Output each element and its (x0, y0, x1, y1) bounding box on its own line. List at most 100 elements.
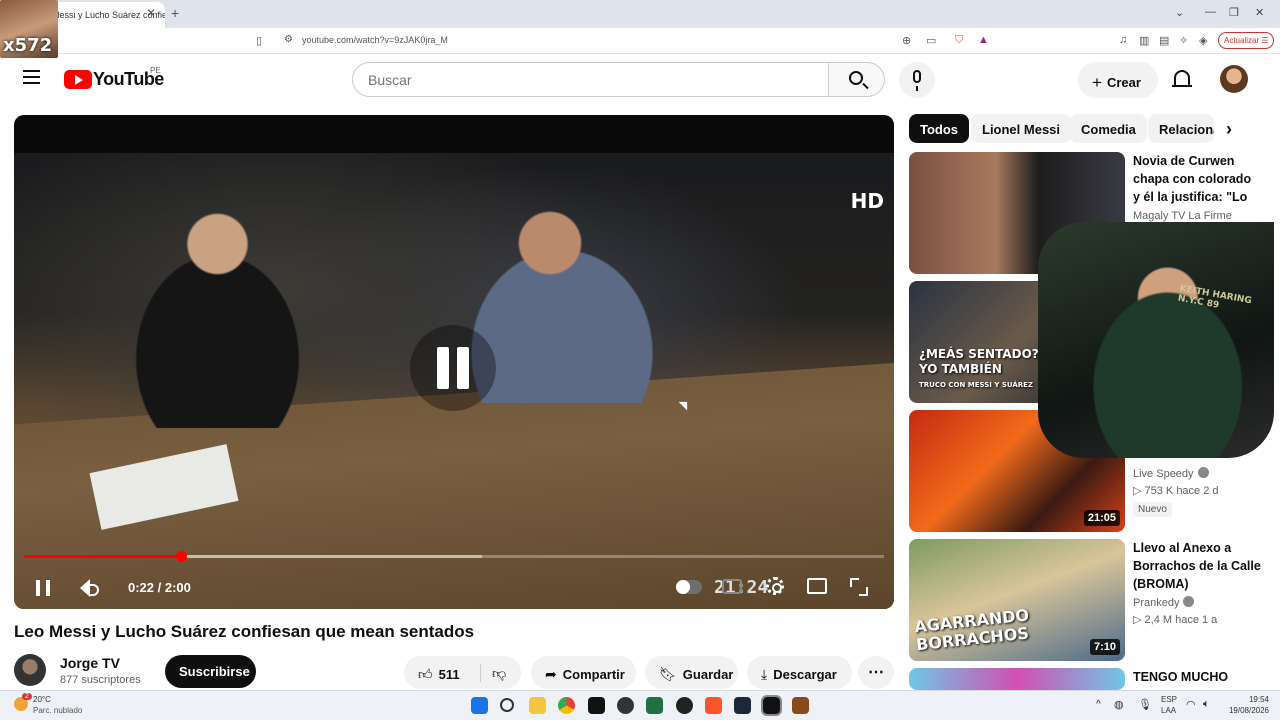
terminal-icon[interactable] (588, 697, 605, 714)
video-duration: 21:05 (1083, 510, 1120, 526)
chip-lionel-messi[interactable]: Lionel Messi (971, 114, 1072, 143)
close-window-icon[interactable]: ✕ (1255, 6, 1264, 19)
zoom-icon[interactable]: ⊕ (902, 34, 911, 47)
more-actions-button[interactable]: ⋯ (858, 656, 894, 689)
recommendation-item[interactable]: TENGO MUCHO DRIP (909, 668, 1271, 690)
recommendation-channel[interactable]: Live Speedy (1133, 466, 1209, 480)
chevron-down-icon[interactable]: ⌄ (1175, 6, 1184, 19)
like-count[interactable]: 511 (439, 667, 460, 682)
account-avatar[interactable] (1220, 65, 1248, 93)
bookmark-icon[interactable]: ▯ (256, 34, 262, 47)
steam-icon[interactable] (734, 697, 751, 714)
update-button[interactable]: Actualizar ☰ (1218, 32, 1274, 49)
wifi-icon[interactable]: ◠ (1186, 698, 1196, 711)
obs-icon[interactable] (617, 697, 634, 714)
brave-shield-icon[interactable]: ⛉ (955, 34, 963, 47)
player-controls: 0:22 / 2:00 (14, 567, 894, 609)
subtitles-icon[interactable] (722, 579, 742, 594)
chrome-icon[interactable] (558, 697, 575, 714)
leo-ai-icon[interactable]: ✧ (1179, 34, 1188, 47)
clock-time[interactable]: 19:54 (1229, 695, 1269, 704)
recommendation-title[interactable]: Novia de Curwen chapa con colorado y él … (1133, 152, 1261, 206)
brave-icon[interactable] (705, 697, 722, 714)
capcut-icon[interactable] (761, 695, 782, 716)
chip-comedia[interactable]: Comedia (1070, 114, 1147, 143)
country-code: PE (150, 66, 161, 75)
create-button[interactable]: + Crear (1078, 62, 1158, 98)
recommendation-title[interactable]: TENGO MUCHO DRIP (1133, 668, 1261, 690)
chevron-right-icon[interactable]: › (1226, 119, 1232, 140)
close-tab-icon[interactable]: ✕ (146, 6, 156, 20)
tray-chevron-up-icon[interactable]: ^ (1096, 699, 1101, 710)
channel-name[interactable]: Jorge TV (60, 655, 120, 671)
restore-icon[interactable]: ❐ (1229, 6, 1239, 19)
verified-icon (1183, 596, 1195, 607)
progress-fill (24, 555, 182, 558)
center-pause-icon[interactable] (410, 325, 496, 411)
save-button[interactable]: 🔖︎ Guardar (645, 656, 738, 689)
share-button[interactable]: ➦ Compartir (531, 656, 636, 689)
microphone-icon (913, 70, 921, 91)
notifications-bell-icon[interactable] (1172, 70, 1192, 87)
volume-icon[interactable] (80, 579, 99, 597)
recommendation-thumbnail[interactable]: AGARRANDO BORRACHOS 7:10 (909, 539, 1125, 661)
search-box[interactable] (352, 62, 829, 97)
new-tab-button[interactable]: + (171, 5, 179, 21)
search-input[interactable] (368, 72, 808, 88)
taskbar-search-icon[interactable] (500, 698, 514, 712)
cast-icon[interactable]: ▭ (926, 34, 936, 47)
channel-label: Live Speedy (1133, 468, 1194, 480)
volume-tray-icon[interactable]: 🔈︎ (1203, 698, 1210, 711)
voice-search-button[interactable] (899, 62, 935, 98)
app-icon[interactable] (792, 697, 809, 714)
like-dislike-group: 👍︎ 511 👎︎ (404, 656, 521, 689)
autoplay-toggle-icon[interactable] (676, 580, 702, 594)
microphone-tray-icon[interactable]: 🎙︎ (1138, 698, 1152, 711)
channel-avatar[interactable] (14, 654, 46, 686)
vpn-icon[interactable]: ◈ (1199, 34, 1207, 47)
tray-app-icon[interactable]: ◍ (1114, 698, 1124, 711)
github-icon[interactable] (676, 697, 693, 714)
update-label: Actualizar (1224, 36, 1260, 45)
clock-date[interactable]: 19/08/2026 (1219, 706, 1269, 715)
keyboard-layout[interactable]: LAA (1161, 706, 1176, 715)
wallet-icon[interactable]: ▤ (1159, 34, 1169, 47)
thumbs-down-icon[interactable]: 👎︎ (492, 665, 506, 682)
recommendation-title[interactable]: Llevo al Anexo a Borrachos de la Calle (… (1133, 539, 1261, 593)
file-explorer-icon[interactable] (529, 697, 546, 714)
video-player[interactable]: HD 21:24 0:22 / 2:00 (14, 115, 894, 609)
chip-relacionados[interactable]: Relacionados (1148, 114, 1214, 143)
music-icon[interactable]: ♫ (1119, 34, 1127, 46)
subscribe-button[interactable]: Suscribirse (165, 655, 256, 688)
recommendation-channel[interactable]: Prankedy (1133, 595, 1195, 609)
menu-icon[interactable] (23, 70, 40, 84)
theater-mode-icon[interactable] (807, 578, 827, 594)
recommendation-thumbnail[interactable] (909, 668, 1125, 690)
url-field[interactable]: youtube.com/watch?v=9zJAK0jra_M (302, 35, 448, 45)
youtube-logo-icon[interactable] (64, 70, 92, 89)
search-button[interactable] (828, 62, 885, 97)
language-indicator[interactable]: ESP (1161, 695, 1177, 704)
share-label: Compartir (562, 667, 625, 682)
progress-bar[interactable] (24, 551, 884, 562)
fullscreen-icon[interactable] (850, 578, 868, 596)
app-icon[interactable] (646, 697, 663, 714)
chip-todos[interactable]: Todos (909, 114, 970, 143)
thumbnail-subcaption: TRUCO CON MESSI Y SUÁREZ (919, 381, 1033, 389)
channel-label: Prankedy (1133, 597, 1180, 609)
thumbs-up-icon[interactable]: 👍︎ (418, 666, 433, 683)
download-button[interactable]: ⤓ Descargar (747, 656, 852, 689)
minimize-icon[interactable]: — (1205, 6, 1216, 18)
save-label: Guardar (682, 667, 734, 682)
overlay-label: x572 (3, 35, 53, 56)
hd-badge: HD (850, 189, 884, 213)
windows-start-icon[interactable] (471, 697, 488, 714)
sidebar-icon[interactable]: ▥ (1139, 34, 1149, 47)
notification-badge: 2 (22, 693, 32, 700)
recommendation-item[interactable]: AGARRANDO BORRACHOS 7:10 Llevo al Anexo … (909, 539, 1271, 661)
site-info-icon[interactable]: ⚙ (284, 34, 293, 45)
rewards-icon[interactable]: ▲ (978, 34, 989, 46)
recommendation-channel[interactable]: Magaly TV La Firme (1133, 210, 1232, 222)
settings-gear-icon[interactable] (766, 577, 784, 595)
pause-icon[interactable] (36, 580, 50, 596)
